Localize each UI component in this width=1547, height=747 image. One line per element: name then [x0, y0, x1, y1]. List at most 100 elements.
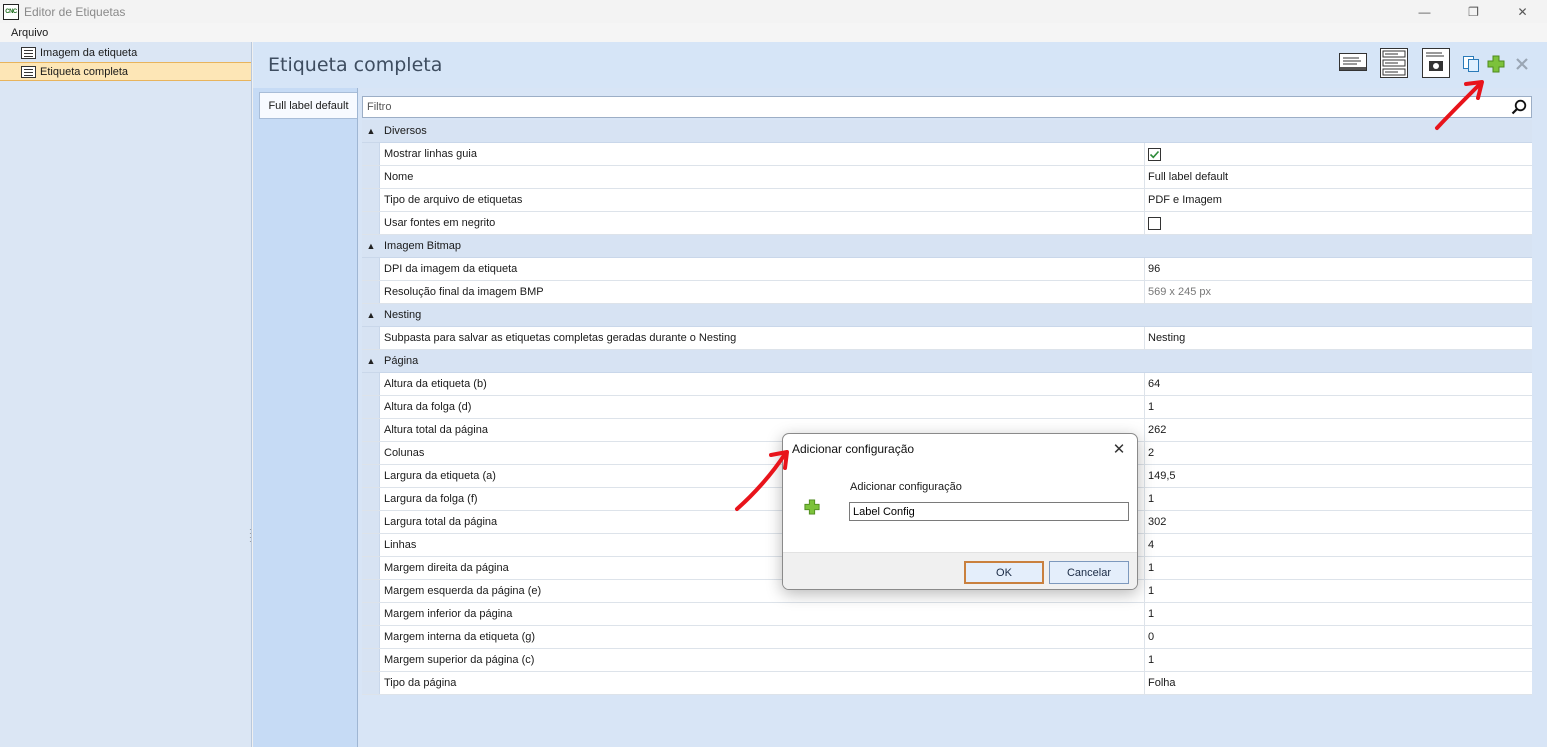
- close-window-button[interactable]: ✕: [1498, 0, 1547, 23]
- category-row[interactable]: ▲ Imagem Bitmap: [362, 235, 1532, 258]
- config-tabs: Full label default: [253, 88, 358, 747]
- filter-input[interactable]: [367, 98, 1509, 116]
- row-gutter: [362, 465, 380, 487]
- panel-header: Etiqueta completa: [253, 42, 1547, 88]
- row-gutter: [362, 649, 380, 671]
- category-name: Imagem Bitmap: [384, 240, 462, 252]
- property-row[interactable]: DPI da imagem da etiqueta 96: [362, 258, 1532, 281]
- property-row[interactable]: Mostrar linhas guia: [362, 143, 1532, 166]
- category-name: Diversos: [384, 125, 427, 137]
- category-name: Nesting: [384, 309, 422, 321]
- property-value[interactable]: 2: [1145, 442, 1532, 464]
- copy-icon[interactable]: [1462, 55, 1480, 76]
- property-value[interactable]: 64: [1145, 373, 1532, 395]
- ok-button[interactable]: OK: [964, 561, 1044, 584]
- property-value: 569 x 245 px: [1148, 286, 1211, 298]
- property-name: Usar fontes em negrito: [380, 212, 1145, 234]
- property-name: Margem interna da etiqueta (g): [380, 626, 1145, 648]
- property-name: Altura da folga (d): [380, 396, 1145, 418]
- property-name: Tipo de arquivo de etiquetas: [380, 189, 1145, 211]
- property-value[interactable]: 1: [1145, 488, 1532, 510]
- property-value[interactable]: Folha: [1145, 672, 1532, 694]
- row-gutter: [362, 557, 380, 579]
- property-row[interactable]: Margem superior da página (c) 1: [362, 649, 1532, 672]
- search-icon[interactable]: [1509, 97, 1529, 117]
- property-row[interactable]: Tipo de arquivo de etiquetas PDF e Imagem: [362, 189, 1532, 212]
- property-row[interactable]: Resolução final da imagem BMP 569 x 245 p…: [362, 281, 1532, 304]
- property-value[interactable]: 96: [1145, 258, 1532, 280]
- property-name: Subpasta para salvar as etiquetas comple…: [380, 327, 1145, 349]
- tree-item-etiqueta-completa[interactable]: Etiqueta completa: [0, 62, 251, 81]
- collapse-icon[interactable]: ▲: [362, 310, 380, 320]
- label-layout-icon[interactable]: [1339, 53, 1367, 74]
- property-row[interactable]: Altura da folga (d) 1: [362, 396, 1532, 419]
- delete-icon[interactable]: [1514, 56, 1530, 75]
- row-gutter: [362, 442, 380, 464]
- property-name: DPI da imagem da etiqueta: [380, 258, 1145, 280]
- row-gutter: [362, 166, 380, 188]
- property-row[interactable]: Subpasta para salvar as etiquetas comple…: [362, 327, 1532, 350]
- menu-bar: Arquivo: [0, 23, 1547, 42]
- property-row[interactable]: Margem interna da etiqueta (g) 0: [362, 626, 1532, 649]
- minimize-button[interactable]: —: [1400, 0, 1449, 23]
- collapse-icon[interactable]: ▲: [362, 356, 380, 366]
- tree-item-label: Imagem da etiqueta: [40, 46, 138, 59]
- property-value[interactable]: PDF e Imagem: [1145, 189, 1532, 211]
- add-icon[interactable]: [1487, 55, 1505, 76]
- tree-item-imagem-da-etiqueta[interactable]: Imagem da etiqueta: [0, 43, 251, 62]
- category-row[interactable]: ▲ Diversos: [362, 120, 1532, 143]
- row-gutter: [362, 511, 380, 533]
- dialog-close-icon[interactable]: ✕: [1107, 437, 1131, 461]
- property-value[interactable]: 1: [1145, 557, 1532, 579]
- row-gutter: [362, 626, 380, 648]
- property-value[interactable]: 1: [1145, 603, 1532, 625]
- row-gutter: [362, 373, 380, 395]
- property-value: [1145, 143, 1532, 165]
- row-gutter: [362, 488, 380, 510]
- category-row[interactable]: ▲ Página: [362, 350, 1532, 373]
- property-row[interactable]: Nome Full label default: [362, 166, 1532, 189]
- property-value[interactable]: 0: [1145, 626, 1532, 648]
- property-name: Nome: [380, 166, 1145, 188]
- tab-full-label-default[interactable]: Full label default: [259, 92, 357, 119]
- property-name: Altura da etiqueta (b): [380, 373, 1145, 395]
- filter-box: [362, 96, 1532, 118]
- menu-arquivo[interactable]: Arquivo: [0, 27, 59, 39]
- cancel-button[interactable]: Cancelar: [1049, 561, 1129, 584]
- property-value[interactable]: 1: [1145, 580, 1532, 602]
- property-name: Mostrar linhas guia: [380, 143, 1145, 165]
- property-name: Tipo da página: [380, 672, 1145, 694]
- property-name: Resolução final da imagem BMP: [380, 281, 1145, 303]
- splitter-grip[interactable]: · · · ·: [249, 526, 252, 546]
- checkbox-unchecked[interactable]: [1148, 216, 1161, 230]
- property-value[interactable]: 149,5: [1145, 465, 1532, 487]
- property-row[interactable]: Altura da etiqueta (b) 64: [362, 373, 1532, 396]
- property-row[interactable]: Tipo da página Folha: [362, 672, 1532, 695]
- collapse-icon[interactable]: ▲: [362, 126, 380, 136]
- property-row[interactable]: Usar fontes em negrito: [362, 212, 1532, 235]
- row-gutter: [362, 672, 380, 694]
- property-row[interactable]: Margem inferior da página 1: [362, 603, 1532, 626]
- config-name-input[interactable]: [849, 502, 1129, 521]
- restore-button[interactable]: ❐: [1449, 0, 1498, 23]
- property-value[interactable]: Nesting: [1145, 327, 1532, 349]
- collapse-icon[interactable]: ▲: [362, 241, 380, 251]
- tree-item-label: Etiqueta completa: [40, 65, 129, 78]
- row-gutter: [362, 580, 380, 602]
- navigation-tree: Imagem da etiqueta Etiqueta completa: [0, 42, 252, 747]
- property-value[interactable]: 4: [1145, 534, 1532, 556]
- row-gutter: [362, 258, 380, 280]
- dialog-body: Adicionar configuração: [783, 465, 1137, 552]
- window-title: Editor de Etiquetas: [24, 4, 126, 19]
- property-value[interactable]: 302: [1145, 511, 1532, 533]
- label-image-icon[interactable]: [1422, 48, 1450, 81]
- row-gutter: [362, 603, 380, 625]
- property-value[interactable]: 262: [1145, 419, 1532, 441]
- label-page-icon[interactable]: [1380, 48, 1408, 81]
- category-row[interactable]: ▲ Nesting: [362, 304, 1532, 327]
- property-value[interactable]: 1: [1145, 396, 1532, 418]
- property-value[interactable]: Full label default: [1145, 166, 1532, 188]
- checkbox-checked[interactable]: [1148, 147, 1161, 161]
- row-gutter: [362, 281, 380, 303]
- property-value[interactable]: 1: [1145, 649, 1532, 671]
